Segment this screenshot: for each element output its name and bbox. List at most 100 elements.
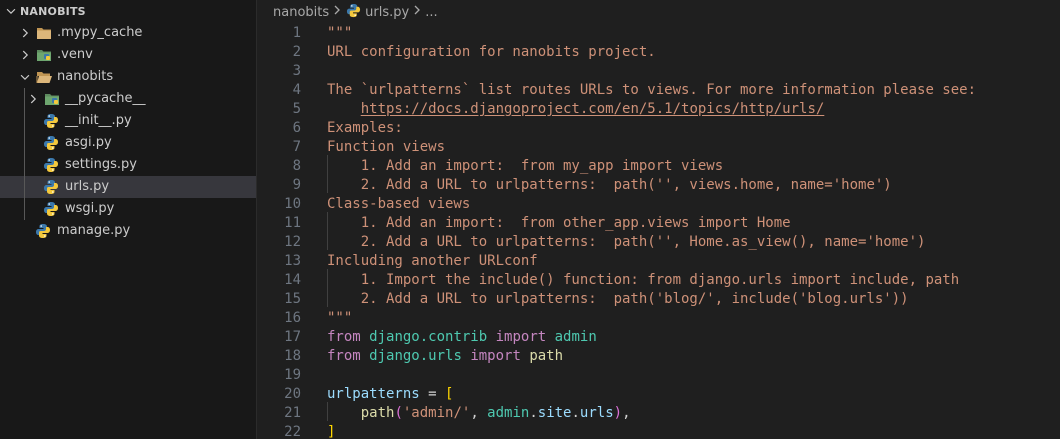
tree-item-pycache[interactable]: __pycache__ xyxy=(0,88,256,110)
chevron-right-icon xyxy=(26,92,40,110)
code-editor[interactable]: nanobits urls.py ... 1 """ 2 URL configurat… xyxy=(257,0,1060,439)
explorer-sidebar: NANOBITS .mypy_cache .venv nanobits __py… xyxy=(0,0,257,439)
code-line[interactable]: 6 Examples: xyxy=(257,119,1060,138)
python-file-icon xyxy=(43,113,59,133)
tree-item-label: .mypy_cache xyxy=(57,25,143,40)
code-line[interactable]: 15 2. Add a URL to urlpatterns: path('bl… xyxy=(257,290,1060,309)
code-token: Function views xyxy=(327,139,446,155)
code-token: import xyxy=(470,348,521,364)
code-token: 1. Import the include() function: from d… xyxy=(327,272,960,288)
code-line[interactable]: 1 """ xyxy=(257,24,1060,43)
code-line[interactable]: 10 Class-based views xyxy=(257,195,1060,214)
code-token: admin xyxy=(554,329,597,345)
code-token: path xyxy=(529,348,564,364)
breadcrumb-more[interactable]: ... xyxy=(425,5,437,20)
line-number: 2 xyxy=(292,44,301,60)
code-line[interactable]: 16 """ xyxy=(257,309,1060,328)
line-number: 1 xyxy=(292,25,301,41)
code-line[interactable]: 14 1. Import the include() function: fro… xyxy=(257,271,1060,290)
line-number: 9 xyxy=(292,177,301,193)
code-line[interactable]: 20 urlpatterns = [ xyxy=(257,385,1060,404)
code-text: ] xyxy=(327,423,335,439)
line-number: 10 xyxy=(284,196,301,212)
breadcrumb-folder[interactable]: nanobits xyxy=(273,5,329,20)
code-token: Including another URLconf xyxy=(327,253,538,269)
chevron-right-icon xyxy=(412,4,422,20)
code-line[interactable]: 5 https://docs.djangoproject.com/en/5.1/… xyxy=(257,100,1060,119)
line-number: 16 xyxy=(284,310,301,326)
line-number: 12 xyxy=(284,234,301,250)
code-area[interactable]: 1 """ 2 URL configuration for nanobits proj… xyxy=(257,22,1060,439)
code-text: Examples: xyxy=(327,119,403,138)
python-folder-icon xyxy=(36,48,52,66)
code-line[interactable]: 9 2. Add a URL to urlpatterns: path('', … xyxy=(257,176,1060,195)
tree-item-manage-py[interactable]: manage.py xyxy=(0,220,256,242)
line-number: 4 xyxy=(292,82,301,98)
code-line[interactable]: 13 Including another URLconf xyxy=(257,252,1060,271)
code-text: Function views xyxy=(327,138,445,157)
code-line[interactable]: 8 1. Add an import: from my_app import v… xyxy=(257,157,1060,176)
tree-item-label: wsgi.py xyxy=(65,201,115,216)
python-file-icon xyxy=(43,179,59,199)
code-line[interactable]: 21 path('admin/', admin.site.urls), xyxy=(257,404,1060,423)
tree-item-init-py[interactable]: __init__.py xyxy=(0,110,256,132)
tree-item-asgi-py[interactable]: asgi.py xyxy=(0,132,256,154)
code-line[interactable]: 11 1. Add an import: from other_app.view… xyxy=(257,214,1060,233)
code-text: 2. Add a URL to urlpatterns: path('', Ho… xyxy=(327,233,926,252)
line-number: 18 xyxy=(284,348,301,364)
explorer-section-header[interactable]: NANOBITS xyxy=(0,0,256,22)
tree-item-label: settings.py xyxy=(65,157,137,172)
python-file-icon xyxy=(43,201,59,221)
code-token: 1. Add an import: from other_app.views i… xyxy=(327,215,791,231)
tree-item-venv[interactable]: .venv xyxy=(0,44,256,66)
code-line[interactable]: 4 The `urlpatterns` list routes URLs to v… xyxy=(257,81,1060,100)
breadcrumb-file[interactable]: urls.py xyxy=(365,5,409,20)
code-line[interactable]: 7 Function views xyxy=(257,138,1060,157)
code-token: 1. Add an import: from my_app import vie… xyxy=(327,158,724,174)
code-line[interactable]: 19 xyxy=(257,366,1060,385)
code-token: , xyxy=(622,405,631,421)
line-number: 13 xyxy=(284,253,301,269)
code-token: from xyxy=(327,348,361,364)
tree-item-label: nanobits xyxy=(57,69,114,84)
tree-item-label: .venv xyxy=(57,47,93,62)
code-token: The `urlpatterns` list routes URLs to vi… xyxy=(327,82,977,98)
code-text: https://docs.djangoproject.com/en/5.1/to… xyxy=(327,100,825,119)
code-token: admin xyxy=(487,405,530,421)
tree-item-wsgi-py[interactable]: wsgi.py xyxy=(0,198,256,220)
code-token: path xyxy=(360,405,395,421)
code-token: Class-based views xyxy=(327,196,471,212)
code-text: from django.urls import path xyxy=(327,347,563,366)
code-line[interactable]: 22] xyxy=(257,423,1060,439)
code-link[interactable]: https://docs.djangoproject.com/en/5.1/to… xyxy=(361,101,825,117)
code-line[interactable]: 3 xyxy=(257,62,1060,81)
python-file-icon xyxy=(35,223,51,243)
code-token: 'admin/' xyxy=(402,405,471,421)
code-text: """ xyxy=(327,309,352,328)
folder-open-icon xyxy=(36,70,52,88)
code-text: 1. Add an import: from other_app.views i… xyxy=(327,214,791,233)
line-number: 6 xyxy=(292,120,301,136)
tree-item-urls-py[interactable]: urls.py xyxy=(0,176,256,198)
code-text: Including another URLconf xyxy=(327,252,538,271)
code-text: from django.contrib import admin xyxy=(327,328,597,347)
tree-item-label: __pycache__ xyxy=(65,91,146,106)
code-text: 1. Import the include() function: from d… xyxy=(327,271,959,290)
line-number: 5 xyxy=(292,101,301,117)
line-number: 3 xyxy=(292,63,301,79)
code-token: ] xyxy=(327,424,336,439)
code-line[interactable]: 17 from django.contrib import admin xyxy=(257,328,1060,347)
line-number: 15 xyxy=(284,291,301,307)
code-text: 1. Add an import: from my_app import vie… xyxy=(327,157,723,176)
code-token: URL configuration for nanobits project. xyxy=(327,44,656,60)
tree-item-nanobits-folder[interactable]: nanobits xyxy=(0,66,256,88)
code-line[interactable]: 12 2. Add a URL to urlpatterns: path('',… xyxy=(257,233,1060,252)
tree-item-settings-py[interactable]: settings.py xyxy=(0,154,256,176)
tree-item-mypy-cache[interactable]: .mypy_cache xyxy=(0,22,256,44)
code-line[interactable]: 18 from django.urls import path xyxy=(257,347,1060,366)
line-number: 19 xyxy=(284,367,301,383)
code-line[interactable]: 2 URL configuration for nanobits project. xyxy=(257,43,1060,62)
